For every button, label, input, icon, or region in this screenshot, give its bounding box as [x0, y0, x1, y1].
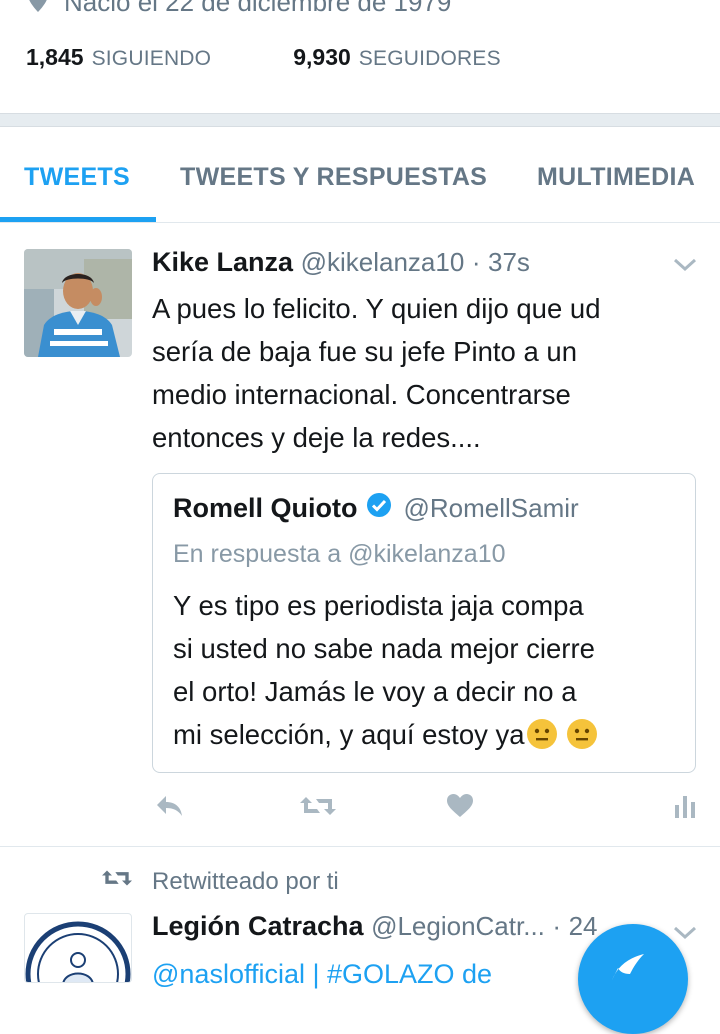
quoted-tweet-text: Y es tipo es periodista jaja compa si us…	[173, 584, 683, 756]
tab-tweets-and-replies[interactable]: TWEETS Y RESPUESTAS	[180, 163, 487, 192]
retweet-context: Retwitteado por ti	[102, 867, 339, 896]
quoted-tweet-header: Romell Quioto @RomellSamir	[173, 492, 579, 525]
tweet-text[interactable]: @naslofficial | #GOLAZO de	[152, 959, 492, 990]
tweet-text-line: entonces y deje la redes....	[152, 422, 481, 453]
profile-header: Nació el 22 de diciembre de 1979 1,845 S…	[0, 0, 720, 113]
profile-tabs: TWEETS TWEETS Y RESPUESTAS MULTIMEDIA	[0, 127, 720, 223]
like-icon[interactable]	[446, 793, 474, 824]
tab-tweets[interactable]: TWEETS	[24, 163, 130, 192]
timestamp[interactable]: 37s	[488, 247, 530, 277]
separator: ·	[471, 247, 481, 277]
profile-stats: 1,845 SIGUIENDO 9,930 SEGUIDORES	[26, 44, 501, 71]
tweet-actions	[0, 793, 720, 829]
retweet-icon[interactable]	[300, 793, 336, 824]
tweet-text-line: sería de baja fue su jefe Pinto a un	[152, 336, 578, 367]
birthdate-text: Nació el 22 de diciembre de 1979	[64, 0, 452, 17]
reply-context: En respuesta a @kikelanza10	[173, 540, 506, 568]
chevron-down-icon[interactable]	[672, 257, 698, 278]
following-count: 1,845	[26, 44, 84, 70]
active-tab-indicator	[0, 217, 156, 222]
reply-icon[interactable]	[154, 793, 184, 824]
analytics-icon[interactable]	[674, 793, 698, 824]
quoted-author-handle: @RomellSamir	[403, 493, 579, 523]
birthdate-row: Nació el 22 de diciembre de 1979	[26, 0, 451, 21]
separator: ·	[552, 911, 562, 941]
tweet-text-line: medio internacional. Concentrarse	[152, 379, 571, 410]
avatar[interactable]	[24, 249, 132, 357]
quoted-text-line: si usted no sabe nada mejor cierre	[173, 633, 595, 664]
quoted-author-name: Romell Quioto	[173, 493, 358, 523]
followers-stat[interactable]: 9,930 SEGUIDORES	[293, 44, 501, 71]
following-label: SIGUIENDO	[91, 47, 212, 70]
followers-count: 9,930	[293, 44, 351, 70]
author-handle[interactable]: @LegionCatr...	[371, 911, 545, 941]
followers-label: SEGUIDORES	[358, 47, 501, 70]
location-icon	[26, 0, 50, 21]
author-name[interactable]: Kike Lanza	[152, 247, 293, 277]
chevron-down-icon[interactable]	[672, 925, 698, 946]
tweet-text: A pues lo felicito. Y quien dijo que ud …	[152, 287, 692, 459]
timestamp[interactable]: 24	[569, 911, 598, 941]
author-name[interactable]: Legión Catracha	[152, 911, 364, 941]
quoted-text-line: mi selección, y aquí estoy ya	[173, 719, 525, 750]
verified-badge-icon	[366, 492, 392, 525]
tweet-text-line: A pues lo felicito. Y quien dijo que ud	[152, 293, 601, 324]
author-handle[interactable]: @kikelanza10	[301, 247, 465, 277]
quoted-text-line: el orto! Jamás le voy a decir no a	[173, 676, 577, 707]
compose-button[interactable]	[578, 924, 688, 1034]
tweet-header: Legión Catracha @LegionCatr... · 24	[152, 911, 598, 942]
tweet[interactable]: Kike Lanza @kikelanza10 · 37s A pues lo …	[0, 223, 720, 847]
quoted-text-line: Y es tipo es periodista jaja compa	[173, 590, 584, 621]
retweet-label: Retwitteado por ti	[152, 867, 339, 895]
section-divider	[0, 113, 720, 127]
avatar[interactable]	[24, 913, 132, 983]
quoted-tweet[interactable]: Romell Quioto @RomellSamir En respuesta …	[152, 473, 696, 773]
neutral-face-emoji-icon	[526, 719, 557, 749]
tweet-header: Kike Lanza @kikelanza10 · 37s	[152, 247, 530, 278]
retweet-icon	[102, 867, 132, 896]
neutral-face-emoji-icon	[566, 719, 597, 749]
following-stat[interactable]: 1,845 SIGUIENDO	[26, 44, 211, 71]
compose-icon	[608, 952, 648, 987]
quoted-text-line-last: mi selección, y aquí estoy ya	[173, 713, 683, 756]
tab-media[interactable]: MULTIMEDIA	[537, 163, 695, 192]
